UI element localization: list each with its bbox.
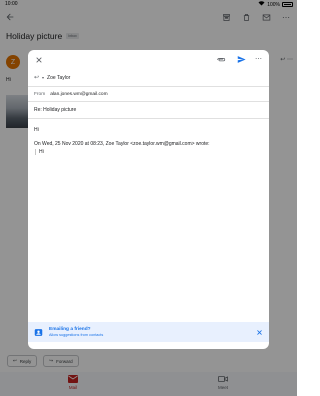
close-icon[interactable]	[34, 55, 43, 64]
attachment-icon[interactable]	[216, 55, 226, 64]
compose-sheet: ⋯ ↩ ▾ Zoe Taylor From alan.jones.wm@gmai…	[28, 50, 269, 349]
reply-recipient[interactable]: Zoe Taylor	[47, 75, 70, 81]
quoted-message: Hi	[35, 148, 263, 156]
quote-body: Hi	[39, 148, 44, 155]
compose-body[interactable]: Hi On Wed, 25 Nov 2020 at 08:23, Zoe Tay…	[28, 119, 269, 156]
subject-field[interactable]: Re: Holiday picture	[28, 102, 269, 119]
send-icon[interactable]	[236, 55, 246, 64]
chevron-down-icon[interactable]: ▾	[42, 75, 44, 80]
reply-to-row: ↩ ▾ Zoe Taylor	[28, 69, 269, 87]
more-options-icon[interactable]: ⋯	[254, 55, 263, 64]
body-greeting: Hi	[34, 127, 39, 133]
suggestion-title: Emailing a friend?	[49, 327, 91, 332]
quote-header: On Wed, 25 Nov 2020 at 08:23, Zoe Taylor…	[34, 140, 210, 147]
suggestion-text: Emailing a friend? Allow suggestions fro…	[49, 327, 103, 337]
reply-icon[interactable]: ↩	[34, 74, 39, 81]
suggestion-subtitle: Allow suggestions from contacts	[49, 333, 104, 337]
compose-toolbar: ⋯	[28, 50, 269, 69]
subject-value: Re: Holiday picture	[34, 107, 77, 113]
from-label: From	[34, 91, 46, 97]
from-field[interactable]: From alan.jones.wm@gmail.com	[28, 87, 269, 102]
suggestion-banner[interactable]: Emailing a friend? Allow suggestions fro…	[28, 322, 269, 342]
close-icon[interactable]	[255, 328, 263, 336]
from-value: alan.jones.wm@gmail.com	[50, 91, 108, 97]
contacts-icon	[34, 328, 43, 337]
